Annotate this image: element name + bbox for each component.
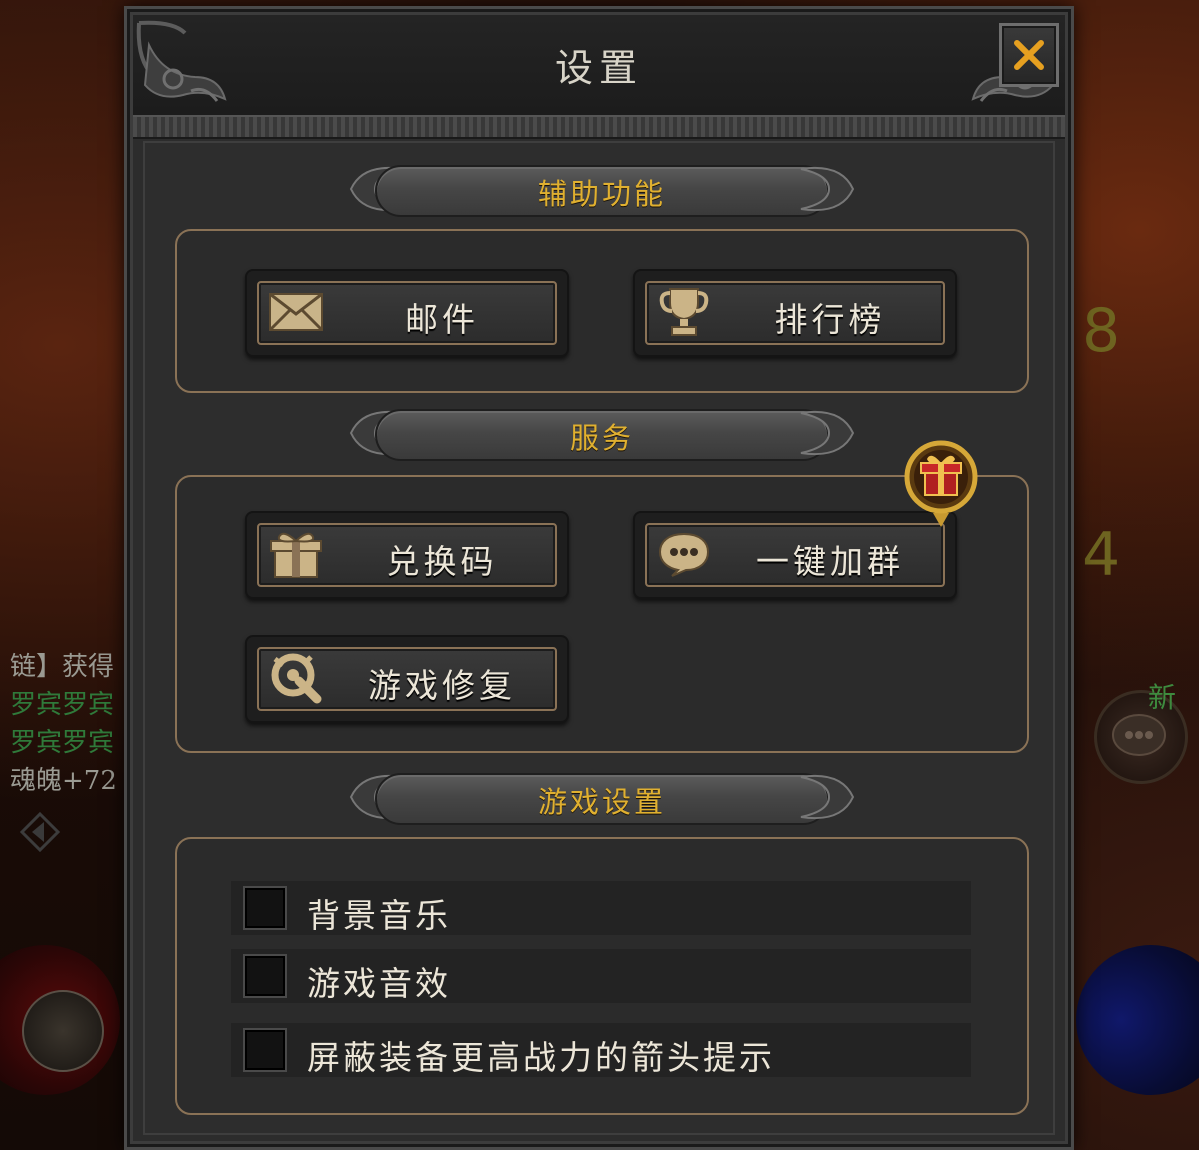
ranking-button[interactable]: 排行榜: [633, 269, 957, 357]
title-divider: [133, 115, 1065, 139]
button-label: 一键加群: [756, 542, 904, 581]
trophy-icon: [653, 281, 715, 343]
button-label: 排行榜: [774, 300, 886, 339]
setting-label: 背景音乐: [307, 896, 451, 935]
chat-line: 罗宾罗宾: [10, 690, 115, 720]
button-label: 兑换码: [386, 542, 498, 581]
setting-label: 游戏音效: [307, 964, 451, 1003]
settings-dialog: 设置 辅助功能 邮件 排行榜 服务 兑换码 一键加群 游戏修复 游戏设置 背景音…: [124, 6, 1074, 1150]
button-label: 邮件: [405, 300, 479, 339]
potion-slot[interactable]: [22, 990, 104, 1072]
close-icon: [1014, 40, 1044, 70]
setting-row-sfx[interactable]: 游戏音效: [231, 949, 971, 1003]
dialog-title: 设置: [554, 46, 643, 90]
chat-line: 链】获得: [10, 652, 115, 682]
chat-line: 魂魄+72: [10, 766, 117, 796]
section-title: 服务: [569, 421, 634, 455]
close-button[interactable]: [999, 23, 1059, 87]
section-header-assist: 辅助功能: [345, 159, 859, 219]
hide-arrow-checkbox[interactable]: [243, 1028, 287, 1072]
setting-row-bgm[interactable]: 背景音乐: [231, 881, 971, 935]
redeem-code-button[interactable]: 兑换码: [245, 511, 569, 599]
bgm-checkbox[interactable]: [243, 886, 287, 930]
assist-box: 邮件 排行榜: [175, 229, 1029, 393]
chat-collapse-arrow-icon[interactable]: [18, 810, 62, 854]
button-label: 游戏修复: [368, 666, 516, 705]
chat-bubble-icon: [653, 523, 715, 585]
bg-number: 4: [1082, 520, 1121, 590]
new-tag: 新: [1148, 681, 1177, 714]
game-repair-button[interactable]: 游戏修复: [245, 635, 569, 723]
gift-icon: [265, 523, 327, 585]
bg-number: 8: [1082, 296, 1121, 366]
reward-badge-icon[interactable]: [903, 439, 979, 531]
chat-line: 罗宾罗宾: [10, 728, 115, 758]
section-header-service: 服务: [345, 403, 859, 463]
service-box: 兑换码 一键加群 游戏修复: [175, 475, 1029, 753]
repair-icon: [265, 647, 327, 709]
mail-icon: [265, 281, 327, 343]
section-title: 辅助功能: [537, 177, 666, 211]
sfx-checkbox[interactable]: [243, 954, 287, 998]
mail-button[interactable]: 邮件: [245, 269, 569, 357]
section-title: 游戏设置: [537, 785, 666, 819]
setting-row-hide-arrow[interactable]: 屏蔽装备更高战力的箭头提示: [231, 1023, 971, 1077]
chat-log: 链】获得 罗宾罗宾 罗宾罗宾 魂魄+72: [10, 648, 122, 800]
section-header-game-settings: 游戏设置: [345, 767, 859, 827]
setting-label: 屏蔽装备更高战力的箭头提示: [307, 1038, 775, 1077]
